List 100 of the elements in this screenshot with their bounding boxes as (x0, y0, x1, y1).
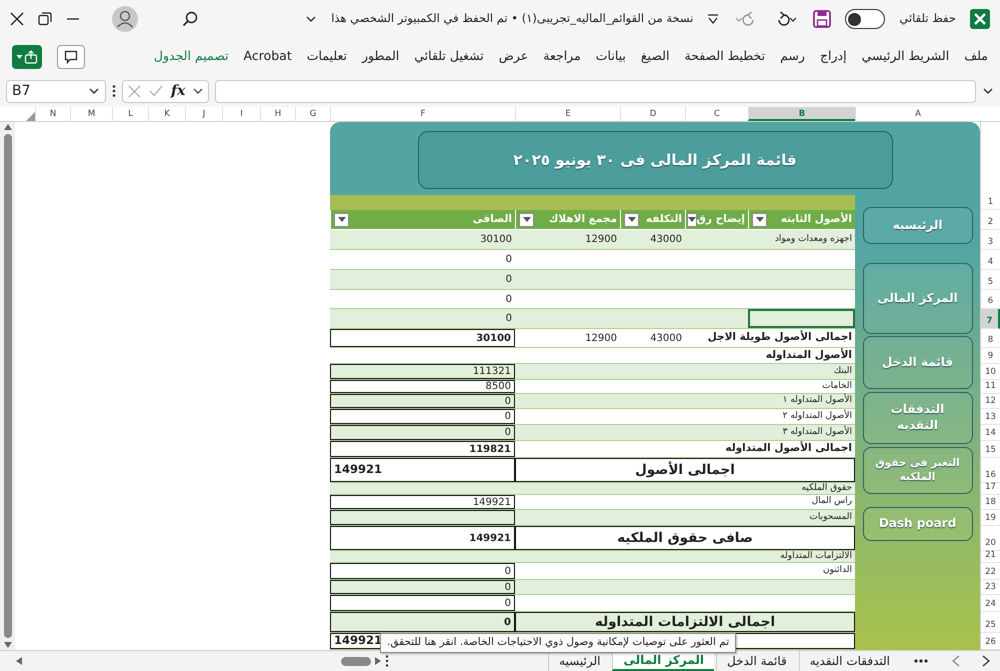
close-icon[interactable] (10, 12, 24, 26)
filter-dropdown-button[interactable] (686, 212, 696, 226)
ribbon-tab[interactable]: رسم (780, 47, 805, 66)
ribbon-tab[interactable]: مراجعة (543, 47, 581, 66)
column-header[interactable]: G (295, 107, 330, 121)
chevron-down-icon[interactable] (193, 86, 204, 96)
row-header[interactable]: 14 (981, 425, 1000, 441)
table-cell-text: 0 (504, 312, 513, 326)
column-header[interactable]: H (260, 107, 295, 121)
scroll-left-icon[interactable] (16, 657, 22, 665)
column-header[interactable]: B (748, 107, 855, 121)
filter-dropdown-button[interactable] (752, 212, 767, 226)
autosave-toggle[interactable] (845, 9, 886, 29)
table-cell: 0 (330, 563, 515, 579)
column-header[interactable]: C (685, 107, 748, 121)
ribbon-tab[interactable]: الشريط الرئيسي (862, 47, 950, 66)
row-header[interactable]: 12 (981, 394, 1000, 409)
customize-toolbar-icon[interactable] (707, 13, 720, 25)
table-cell-text: 0 (504, 273, 513, 287)
row-header[interactable]: 24 (981, 595, 1000, 612)
save-icon[interactable] (813, 10, 832, 28)
row-header[interactable]: 16 (981, 458, 1000, 483)
insert-function-button[interactable]: fx (171, 80, 186, 102)
document-title: نسخة من القوائم_الماليه_تجريبى(١) • تم الحفظ في الكمبيوتر الشخصي هذا (331, 10, 694, 28)
formula-input[interactable] (215, 80, 976, 102)
restore-icon[interactable] (38, 12, 52, 26)
ribbon-tab[interactable]: تخطيط الصفحة (684, 47, 766, 66)
row-header[interactable]: 5 (981, 270, 1000, 290)
row-header[interactable]: 15 (981, 441, 1000, 458)
column-header[interactable]: L (112, 107, 148, 121)
row-header[interactable]: 4 (981, 250, 1000, 270)
row-header[interactable]: 13 (981, 409, 1000, 425)
row-header[interactable]: 3 (981, 230, 1000, 250)
row-header[interactable]: 23 (981, 580, 1000, 595)
table-cell-text: 30100 (479, 233, 513, 247)
row-header[interactable]: 10 (981, 364, 1000, 380)
chevron-down-icon[interactable] (982, 86, 994, 96)
name-box[interactable]: B7 (6, 80, 106, 102)
column-header[interactable]: D (620, 107, 685, 121)
scroll-right-icon[interactable] (375, 657, 381, 665)
more-sheets-icon[interactable] (914, 659, 928, 663)
ribbon-tab[interactable]: تشغيل تلقائي (414, 47, 484, 66)
sheet-tab[interactable]: المركز المالى (612, 651, 714, 671)
row-header[interactable]: 22 (981, 563, 1000, 580)
column-header[interactable]: K (148, 107, 185, 121)
more-options-icon[interactable] (112, 84, 116, 98)
row-header[interactable]: 8 (981, 329, 1000, 348)
caret-icon (522, 217, 530, 222)
table-cell-text: 12900 (584, 332, 618, 346)
column-header[interactable]: M (70, 107, 112, 121)
table-cell: 0 (330, 394, 515, 408)
row-label: الأصول المتداوله ٣ (782, 425, 853, 439)
row-header[interactable]: 17 (981, 483, 1000, 495)
filter-dropdown-button[interactable] (519, 212, 534, 226)
table-cell-text: 0 (504, 292, 513, 306)
ribbon-tab[interactable]: تعليمات (306, 47, 347, 66)
caret-icon (16, 54, 23, 60)
ribbon-tab[interactable]: تصميم الجدول (154, 47, 229, 66)
autosave-label: حفظ تلقائي (899, 10, 956, 28)
comment-button[interactable] (57, 44, 85, 68)
chevron-down-icon[interactable] (305, 14, 318, 24)
filter-dropdown-button[interactable] (334, 212, 349, 226)
column-header[interactable]: I (222, 107, 260, 121)
row-label: اجمالى الأصول (515, 458, 855, 482)
ribbon-tab[interactable]: عرض (498, 47, 528, 66)
ribbon-tab[interactable]: إدراج (820, 47, 847, 66)
scrollbar-thumb[interactable] (341, 656, 371, 666)
splitter-icon[interactable] (385, 654, 389, 668)
sheet-tab[interactable]: التدفقات النقديه (798, 651, 900, 671)
check-icon[interactable] (149, 85, 163, 97)
row-header[interactable]: 25 (981, 612, 1000, 633)
row-header[interactable]: 20 (981, 526, 1000, 551)
ribbon-tab[interactable]: المطور (362, 47, 400, 66)
ribbon-tab[interactable]: ملف (964, 47, 988, 66)
share-button[interactable] (12, 44, 42, 68)
ribbon-tab[interactable]: الصيغ (640, 47, 670, 66)
scroll-down-icon[interactable] (4, 642, 12, 648)
row-header[interactable]: 7 (981, 309, 1000, 329)
column-header[interactable]: E (515, 107, 620, 121)
row-header[interactable]: 9 (981, 348, 1000, 364)
table-cell-text: 12900 (584, 233, 618, 247)
column-header[interactable]: F (330, 107, 515, 121)
filter-dropdown-button[interactable] (624, 212, 639, 226)
scrollbar-thumb[interactable] (4, 134, 12, 638)
row-label: الأصول المتداوله ١ (782, 394, 853, 408)
search-icon[interactable] (182, 11, 198, 27)
row-label: الالتزامات المتداوله (779, 551, 853, 562)
row-header[interactable]: 11 (981, 380, 1000, 394)
row-header[interactable]: 21 (981, 551, 1000, 563)
scroll-up-icon[interactable] (4, 124, 12, 130)
row-header[interactable]: 1 (981, 122, 1000, 210)
avatar-icon[interactable] (112, 6, 138, 32)
ribbon-tab[interactable]: Acrobat (244, 47, 292, 66)
next-sheet-icon[interactable] (982, 655, 990, 667)
row-header[interactable]: 19 (981, 510, 1000, 526)
row-header[interactable]: 2 (981, 210, 1000, 230)
ribbon-tab[interactable]: بيانات (596, 47, 626, 66)
previous-sheet-icon[interactable] (952, 655, 960, 667)
column-header[interactable]: J (185, 107, 222, 121)
row-header[interactable]: 18 (981, 495, 1000, 510)
